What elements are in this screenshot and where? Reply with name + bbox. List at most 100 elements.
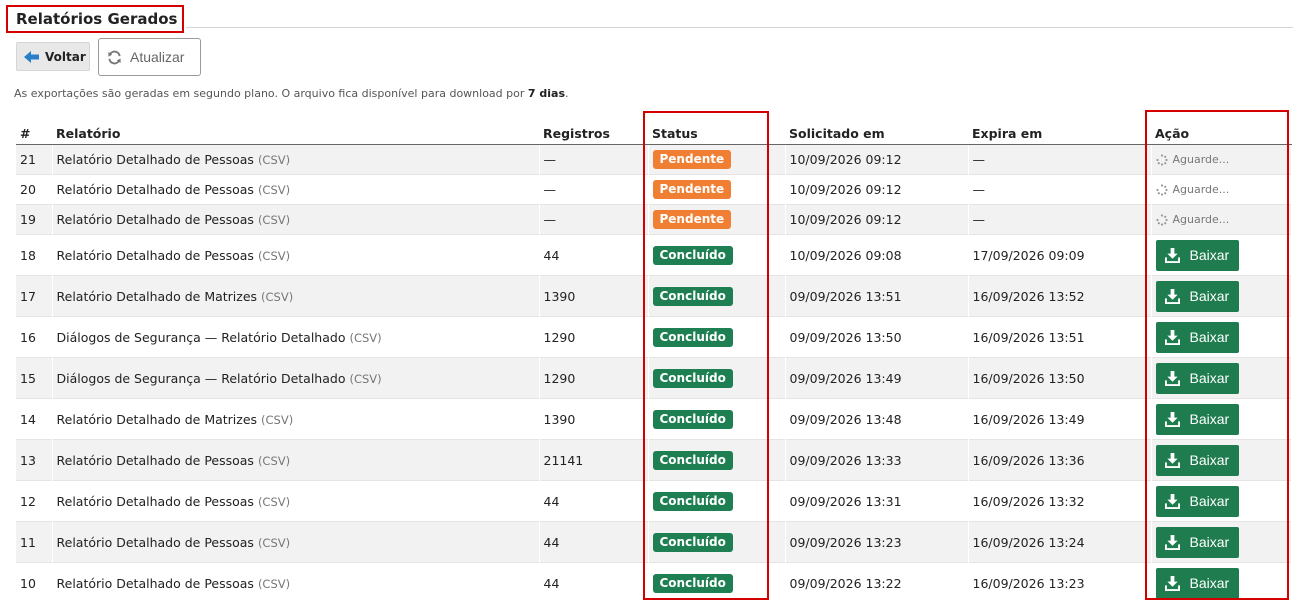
report-name: Relatório Detalhado de Pessoas <box>56 212 254 227</box>
download-icon <box>1164 247 1180 263</box>
cell-expires: 16/09/2026 13:32 <box>968 480 1152 522</box>
download-button[interactable]: Baixar <box>1155 362 1240 394</box>
status-badge: Concluído <box>652 491 733 511</box>
report-name: Relatório Detalhado de Pessoas <box>56 247 254 263</box>
info-text-days: 7 dias <box>527 87 565 100</box>
cell-status: Pendente <box>648 174 786 205</box>
cell-report: Relatório Detalhado de Pessoas (CSV) <box>52 439 540 481</box>
col-header-records: Registros <box>539 117 648 145</box>
cell-requested: 09/09/2026 13:23 <box>785 521 969 563</box>
cell-status: Concluído <box>648 357 786 399</box>
report-name: Relatório Detalhado de Pessoas <box>56 575 254 591</box>
cell-records: 1390 <box>539 275 649 317</box>
cell-action: Baixar <box>1151 562 1292 603</box>
cell-expires: — <box>968 144 1152 175</box>
report-format: (CSV) <box>261 412 294 427</box>
report-format: (CSV) <box>257 213 291 227</box>
report-name: Diálogos de Segurança — Relatório Detalh… <box>56 370 346 386</box>
refresh-button[interactable]: Atualizar <box>98 38 201 76</box>
download-button-label: Baixar <box>1189 329 1230 345</box>
cell-report: Relatório Detalhado de Pessoas (CSV) <box>52 521 540 563</box>
download-button[interactable]: Baixar <box>1155 321 1240 353</box>
cell-report: Relatório Detalhado de Pessoas (CSV) <box>52 562 540 603</box>
cell-expires: 16/09/2026 13:36 <box>968 439 1152 481</box>
download-icon <box>1164 288 1180 304</box>
table-row: 21 Relatório Detalhado de Pessoas (CSV) … <box>16 144 1292 175</box>
download-button[interactable]: Baixar <box>1155 526 1240 558</box>
reports-table: # Relatório Registros Status Solicitado … <box>16 117 1292 603</box>
status-badge: Concluído <box>652 368 733 388</box>
download-button-label: Baixar <box>1189 534 1230 550</box>
cell-records: 1290 <box>539 316 649 358</box>
cell-expires: 17/09/2026 09:09 <box>968 234 1152 276</box>
cell-id: 11 <box>16 521 53 563</box>
page-title-highlight: Relatórios Gerados <box>6 5 184 33</box>
cell-requested: 10/09/2026 09:12 <box>785 204 969 235</box>
cell-report: Relatório Detalhado de Pessoas (CSV) <box>52 204 540 235</box>
cell-records: 44 <box>539 521 649 563</box>
table-row: 15 Diálogos de Segurança — Relatório Det… <box>16 357 1292 399</box>
cell-id: 13 <box>16 439 53 481</box>
cell-status: Pendente <box>648 144 786 175</box>
cell-report: Relatório Detalhado de Matrizes (CSV) <box>52 275 540 317</box>
download-icon <box>1164 370 1180 386</box>
download-button[interactable]: Baixar <box>1155 280 1240 312</box>
cell-status: Concluído <box>648 275 786 317</box>
cell-requested: 09/09/2026 13:48 <box>785 398 969 440</box>
cell-action: Baixar <box>1151 234 1292 276</box>
waiting-label: Aguarde... <box>1172 183 1230 196</box>
cell-report: Relatório Detalhado de Pessoas (CSV) <box>52 174 540 205</box>
cell-id: 10 <box>16 562 53 603</box>
cell-id: 19 <box>16 204 53 235</box>
cell-report: Relatório Detalhado de Pessoas (CSV) <box>52 144 540 175</box>
download-button[interactable]: Baixar <box>1155 567 1240 599</box>
status-badge: Concluído <box>652 327 733 347</box>
col-header-action: Ação <box>1151 117 1291 145</box>
cell-id: 18 <box>16 234 53 276</box>
status-badge: Concluído <box>652 450 733 470</box>
download-button[interactable]: Baixar <box>1155 239 1240 271</box>
cell-action: Aguarde... <box>1151 144 1292 175</box>
table-row: 10 Relatório Detalhado de Pessoas (CSV) … <box>16 562 1292 603</box>
download-button-label: Baixar <box>1189 452 1230 468</box>
cell-status: Concluído <box>648 562 786 603</box>
download-button-label: Baixar <box>1189 493 1230 509</box>
waiting-label: Aguarde... <box>1172 213 1230 226</box>
download-button[interactable]: Baixar <box>1155 444 1240 476</box>
cell-records: — <box>539 174 649 205</box>
report-name: Relatório Detalhado de Pessoas <box>56 452 254 468</box>
refresh-button-label: Atualizar <box>130 49 185 65</box>
download-button[interactable]: Baixar <box>1155 403 1240 435</box>
cell-action: Aguarde... <box>1151 174 1292 205</box>
download-button[interactable]: Baixar <box>1155 485 1240 517</box>
cell-expires: 16/09/2026 13:51 <box>968 316 1152 358</box>
info-text: As exportações são geradas em segundo pl… <box>14 87 569 100</box>
waiting-indicator: Aguarde... <box>1155 183 1287 196</box>
cell-expires: 16/09/2026 13:24 <box>968 521 1152 563</box>
download-button-label: Baixar <box>1189 288 1230 304</box>
cell-requested: 09/09/2026 13:50 <box>785 316 969 358</box>
cell-status: Concluído <box>648 439 786 481</box>
col-header-report: Relatório <box>52 117 539 145</box>
cell-expires: 16/09/2026 13:50 <box>968 357 1152 399</box>
table-row: 17 Relatório Detalhado de Matrizes (CSV)… <box>16 275 1292 317</box>
report-format: (CSV) <box>349 371 382 386</box>
back-button[interactable]: Voltar <box>16 42 90 71</box>
cell-records: 1390 <box>539 398 649 440</box>
report-format: (CSV) <box>257 248 291 263</box>
table-row: 12 Relatório Detalhado de Pessoas (CSV) … <box>16 480 1292 522</box>
cell-requested: 09/09/2026 13:22 <box>785 562 969 603</box>
cell-requested: 09/09/2026 13:31 <box>785 480 969 522</box>
download-icon <box>1164 329 1180 345</box>
report-format: (CSV) <box>349 330 382 345</box>
report-format: (CSV) <box>257 453 291 468</box>
cell-id: 14 <box>16 398 53 440</box>
cell-action: Baixar <box>1151 275 1292 317</box>
spinner-icon <box>1155 183 1168 196</box>
status-badge: Concluído <box>652 573 733 593</box>
cell-status: Concluído <box>648 398 786 440</box>
cell-records: 44 <box>539 480 649 522</box>
cell-requested: 09/09/2026 13:49 <box>785 357 969 399</box>
report-name: Relatório Detalhado de Pessoas <box>56 493 254 509</box>
table-row: 11 Relatório Detalhado de Pessoas (CSV) … <box>16 521 1292 563</box>
